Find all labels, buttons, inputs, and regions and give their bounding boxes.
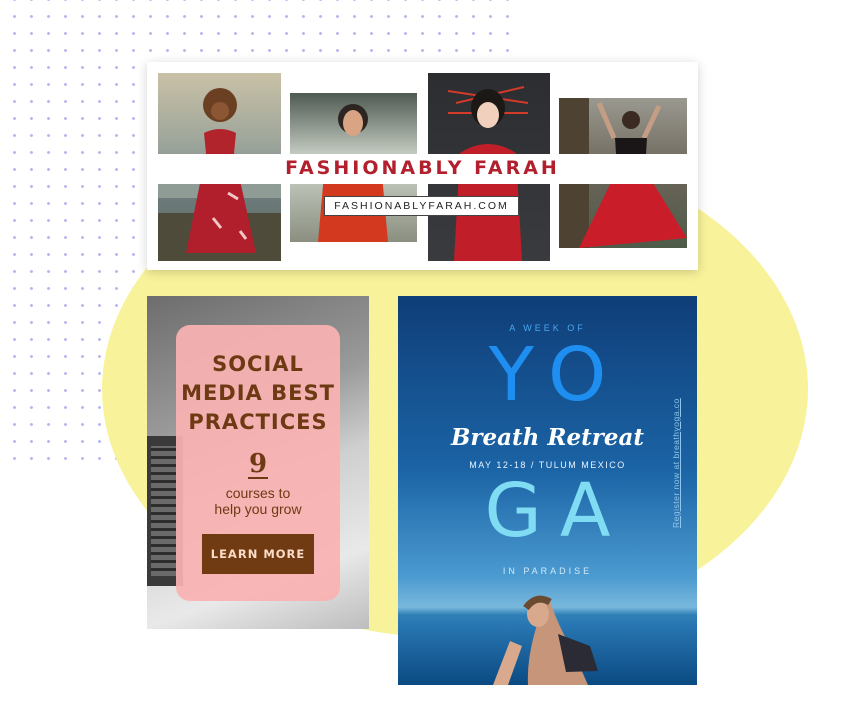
learn-more-button[interactable]: LEARN MORE (202, 534, 314, 574)
social-pink-panel: SOCIAL MEDIA BEST PRACTICES 9 courses to… (176, 325, 340, 601)
social-title-line: MEDIA BEST (181, 381, 335, 405)
social-title-line: PRACTICES (188, 410, 328, 434)
yoga-big-bottom: GA (484, 468, 629, 554)
brand-name: FASHIONABLY FARAH (285, 157, 560, 179)
yoga-big-top: YO (488, 332, 625, 418)
keyboard-image (151, 446, 177, 576)
course-count: 9 (248, 449, 268, 479)
yoga-poster[interactable]: A WEEK OF YO Breath Retreat MAY 12-18 / … (398, 296, 697, 685)
social-title-line: SOCIAL (212, 352, 304, 376)
fashion-banner[interactable]: FASHIONABLY FARAH FASHIONABLYFARAH.COM (147, 62, 698, 270)
register-link[interactable]: Register now at breathyoga.co (671, 398, 681, 528)
social-title: SOCIAL MEDIA BEST PRACTICES (176, 350, 340, 437)
social-subtitle-line: help you grow (214, 501, 302, 517)
course-count-underline (248, 477, 268, 479)
yoga-script-title: Breath Retreat (450, 424, 645, 451)
yoga-footer: IN PARADISE (502, 566, 593, 576)
social-subtitle-line: courses to (225, 485, 291, 501)
social-subtitle: courses to help you grow (176, 485, 340, 517)
brand-url[interactable]: FASHIONABLYFARAH.COM (324, 196, 519, 216)
social-media-card[interactable]: SOCIAL MEDIA BEST PRACTICES 9 courses to… (147, 296, 369, 629)
